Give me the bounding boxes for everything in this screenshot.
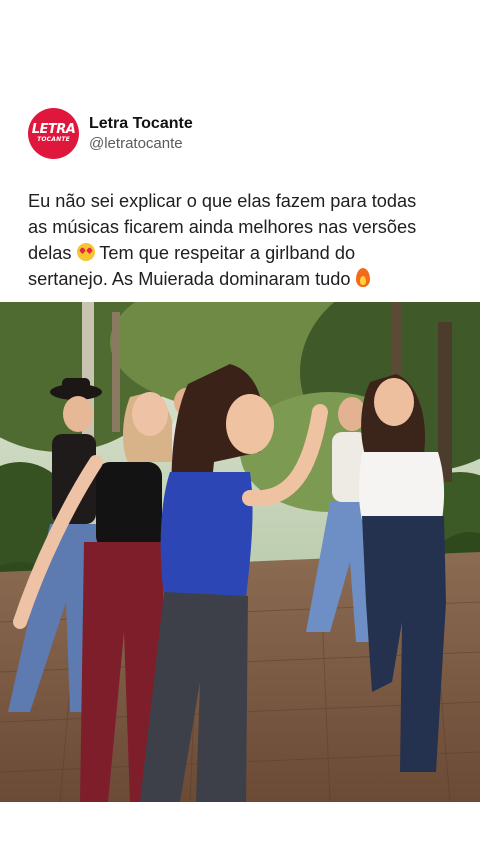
caption-text: Tem que respeitar a girlband do [99,243,356,263]
avatar[interactable]: LETRA TOCANTE [28,108,79,159]
author-info: Letra Tocante @letratocante [89,114,193,154]
caption-text: delas [28,243,72,263]
avatar-logo-text: LETRA [31,122,76,137]
caption-text: sertanejo. As Muierada dominaram tudo [28,269,351,289]
author-handle[interactable]: @letratocante [89,134,193,154]
author-display-name[interactable]: Letra Tocante [89,114,193,134]
caption-line: sertanejo. As Muierada dominaram tudo [28,266,458,292]
post-caption: Eu não sei explicar o que elas fazem par… [28,188,458,292]
post-photo[interactable] [0,302,480,802]
caption-line: as músicas ficarem ainda melhores nas ve… [28,217,417,237]
caption-line: Eu não sei explicar o que elas fazem par… [28,191,417,211]
fire-emoji-icon [355,268,370,287]
caption-line: delas Tem que respeitar a girlband do [28,240,458,266]
post-header: LETRA TOCANTE Letra Tocante @letratocant… [28,108,193,159]
avatar-logo-subtext: TOCANTE [37,136,70,143]
heart-eyes-emoji-icon [76,243,95,261]
photo-illustration [0,302,480,802]
